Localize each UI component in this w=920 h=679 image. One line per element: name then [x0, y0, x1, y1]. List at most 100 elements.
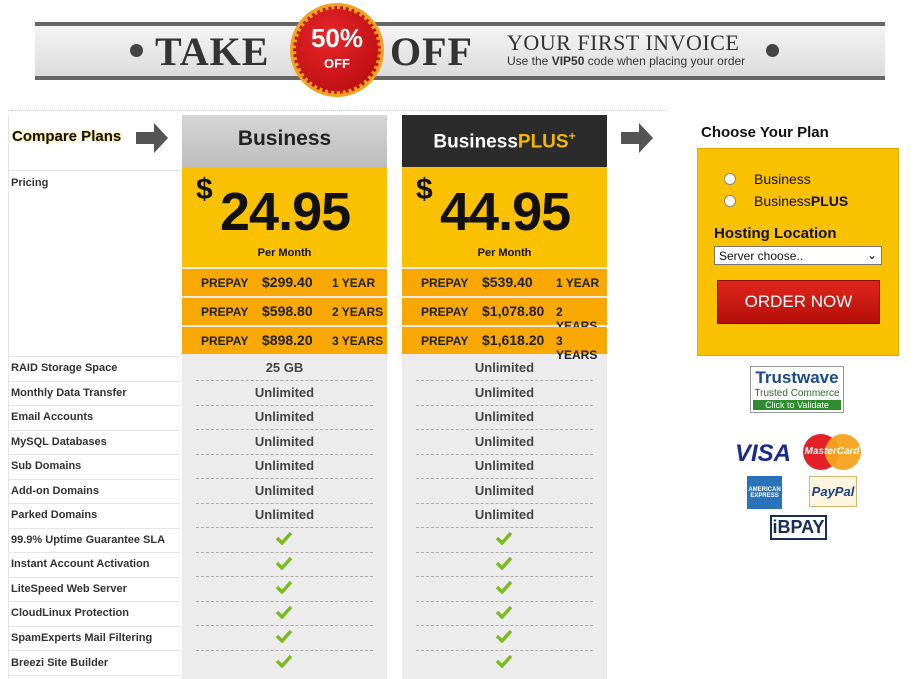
row-divider	[8, 675, 180, 676]
feature-value: Unlimited	[474, 360, 535, 375]
label-email: Email Accounts	[11, 411, 94, 423]
plan-businessplus-column: BusinessPLUS+ $ 44.95 Per Month PREPAY $5…	[402, 115, 607, 679]
label-spamexperts: SpamExperts Mail Filtering	[11, 632, 153, 644]
checkmark-icon	[495, 531, 513, 545]
feature-value: Unlimited	[254, 409, 315, 424]
cell-divider	[196, 478, 373, 479]
row-divider	[8, 577, 180, 578]
checkmark-icon	[275, 629, 293, 643]
checkmark-icon	[275, 580, 293, 594]
checkmark-icon	[275, 531, 293, 545]
cell-divider	[196, 601, 373, 602]
cell-divider	[416, 478, 593, 479]
cell-divider	[416, 454, 593, 455]
prepay-row: PREPAY $299.40 1 YEAR	[182, 269, 387, 296]
price-amount: 24.95	[220, 182, 351, 242]
cell-divider	[196, 380, 373, 381]
cell-divider	[196, 405, 373, 406]
feature-value: Unlimited	[474, 385, 535, 400]
banner-take-text: TAKE	[155, 29, 270, 74]
server-location-select[interactable]: Server choose.. ⌄	[714, 246, 882, 265]
currency-symbol: $	[196, 173, 213, 206]
label-activation: Instant Account Activation	[11, 558, 150, 570]
row-divider	[8, 650, 180, 651]
label-litespeed: LiteSpeed Web Server	[11, 583, 127, 595]
checkmark-icon	[275, 605, 293, 619]
checkmark-icon	[495, 605, 513, 619]
cell-divider	[196, 429, 373, 430]
label-addon-domains: Add-on Domains	[11, 485, 99, 497]
radio-businessplus[interactable]	[724, 195, 736, 207]
row-divider	[8, 405, 180, 406]
checkmark-icon	[495, 654, 513, 668]
validate-link[interactable]: Click to Validate	[753, 400, 841, 410]
price-period: Per Month	[257, 247, 312, 259]
feature-value: Unlimited	[474, 434, 535, 449]
label-breezi: Breezi Site Builder	[11, 657, 109, 669]
currency-symbol: $	[416, 173, 433, 206]
cell-divider	[196, 454, 373, 455]
row-divider	[8, 356, 180, 357]
radio-label: BusinessPLUS	[754, 193, 849, 209]
label-pricing: Pricing	[11, 177, 49, 189]
radio-business[interactable]	[724, 173, 736, 185]
plan-business-price: $ 24.95 Per Month	[182, 167, 387, 267]
prepay-row: PREPAY $898.20 3 YEARS	[182, 327, 387, 354]
amex-logo: AMERICAN EXPRESS	[747, 476, 782, 509]
column-border	[8, 115, 9, 679]
bullet-icon	[130, 44, 143, 57]
row-divider	[8, 381, 180, 382]
feature-value: 25 GB	[265, 360, 304, 375]
plan-business-title: Business	[182, 115, 387, 167]
banner-off-text: OFF	[390, 29, 473, 74]
paypal-logo: PayPal	[809, 476, 857, 507]
trustwave-seal[interactable]: Trustwave Trusted Commerce Click to Vali…	[750, 366, 844, 413]
bullet-icon	[766, 44, 779, 57]
price-period: Per Month	[477, 247, 532, 259]
prepay-row: PREPAY $1,618.20 3 YEARS	[402, 327, 607, 362]
mastercard-logo: MasterCard	[803, 434, 861, 470]
feature-value: Unlimited	[474, 507, 535, 522]
badge-percent: 50%	[310, 23, 364, 53]
checkmark-icon	[495, 580, 513, 594]
row-divider	[8, 552, 180, 553]
checkmark-icon	[495, 556, 513, 570]
arrow-right-icon	[621, 123, 653, 153]
row-divider	[8, 528, 180, 529]
cell-divider	[196, 527, 373, 528]
badge-off: OFF	[324, 56, 350, 71]
label-mysql: MySQL Databases	[11, 436, 107, 448]
row-divider	[8, 454, 180, 455]
row-divider	[8, 430, 180, 431]
choose-plan-form: Business BusinessPLUS Hosting Location S…	[697, 148, 899, 356]
label-storage: RAID Storage Space	[11, 362, 118, 374]
price-amount: 44.95	[440, 182, 571, 242]
ipay-logo: iBPAY	[770, 515, 827, 540]
order-now-button[interactable]: ORDER NOW	[717, 280, 880, 324]
cell-divider	[416, 405, 593, 406]
cell-divider	[416, 625, 593, 626]
discount-badge: 50% OFF	[293, 6, 381, 94]
prepay-row: PREPAY $598.80 2 YEARS	[182, 298, 387, 325]
compare-plans-title: Compare Plans	[12, 128, 122, 145]
cell-divider	[416, 429, 593, 430]
chevron-down-icon: ⌄	[866, 248, 877, 262]
label-transfer: Monthly Data Transfer	[11, 387, 127, 399]
cell-divider	[416, 527, 593, 528]
cell-divider	[196, 552, 373, 553]
feature-value: Unlimited	[254, 458, 315, 473]
trustwave-line: Trusted Commerce	[754, 388, 840, 399]
feature-value: Unlimited	[474, 483, 535, 498]
prepay-row: PREPAY $1,078.80 2 YEARS	[402, 298, 607, 333]
feature-value: Unlimited	[254, 507, 315, 522]
cell-divider	[416, 601, 593, 602]
row-divider	[8, 626, 180, 627]
cell-divider	[416, 650, 593, 651]
label-cloudlinux: CloudLinux Protection	[11, 607, 129, 619]
promo-banner: TAKE 50% OFF OFF YOUR FIRST INVOICE Use …	[35, 6, 885, 94]
banner-headline: YOUR FIRST INVOICE	[507, 30, 740, 55]
cell-divider	[416, 380, 593, 381]
row-divider	[8, 503, 180, 504]
choose-plan-title: Choose Your Plan	[701, 124, 829, 141]
trustwave-brand: Trustwave	[755, 368, 839, 387]
